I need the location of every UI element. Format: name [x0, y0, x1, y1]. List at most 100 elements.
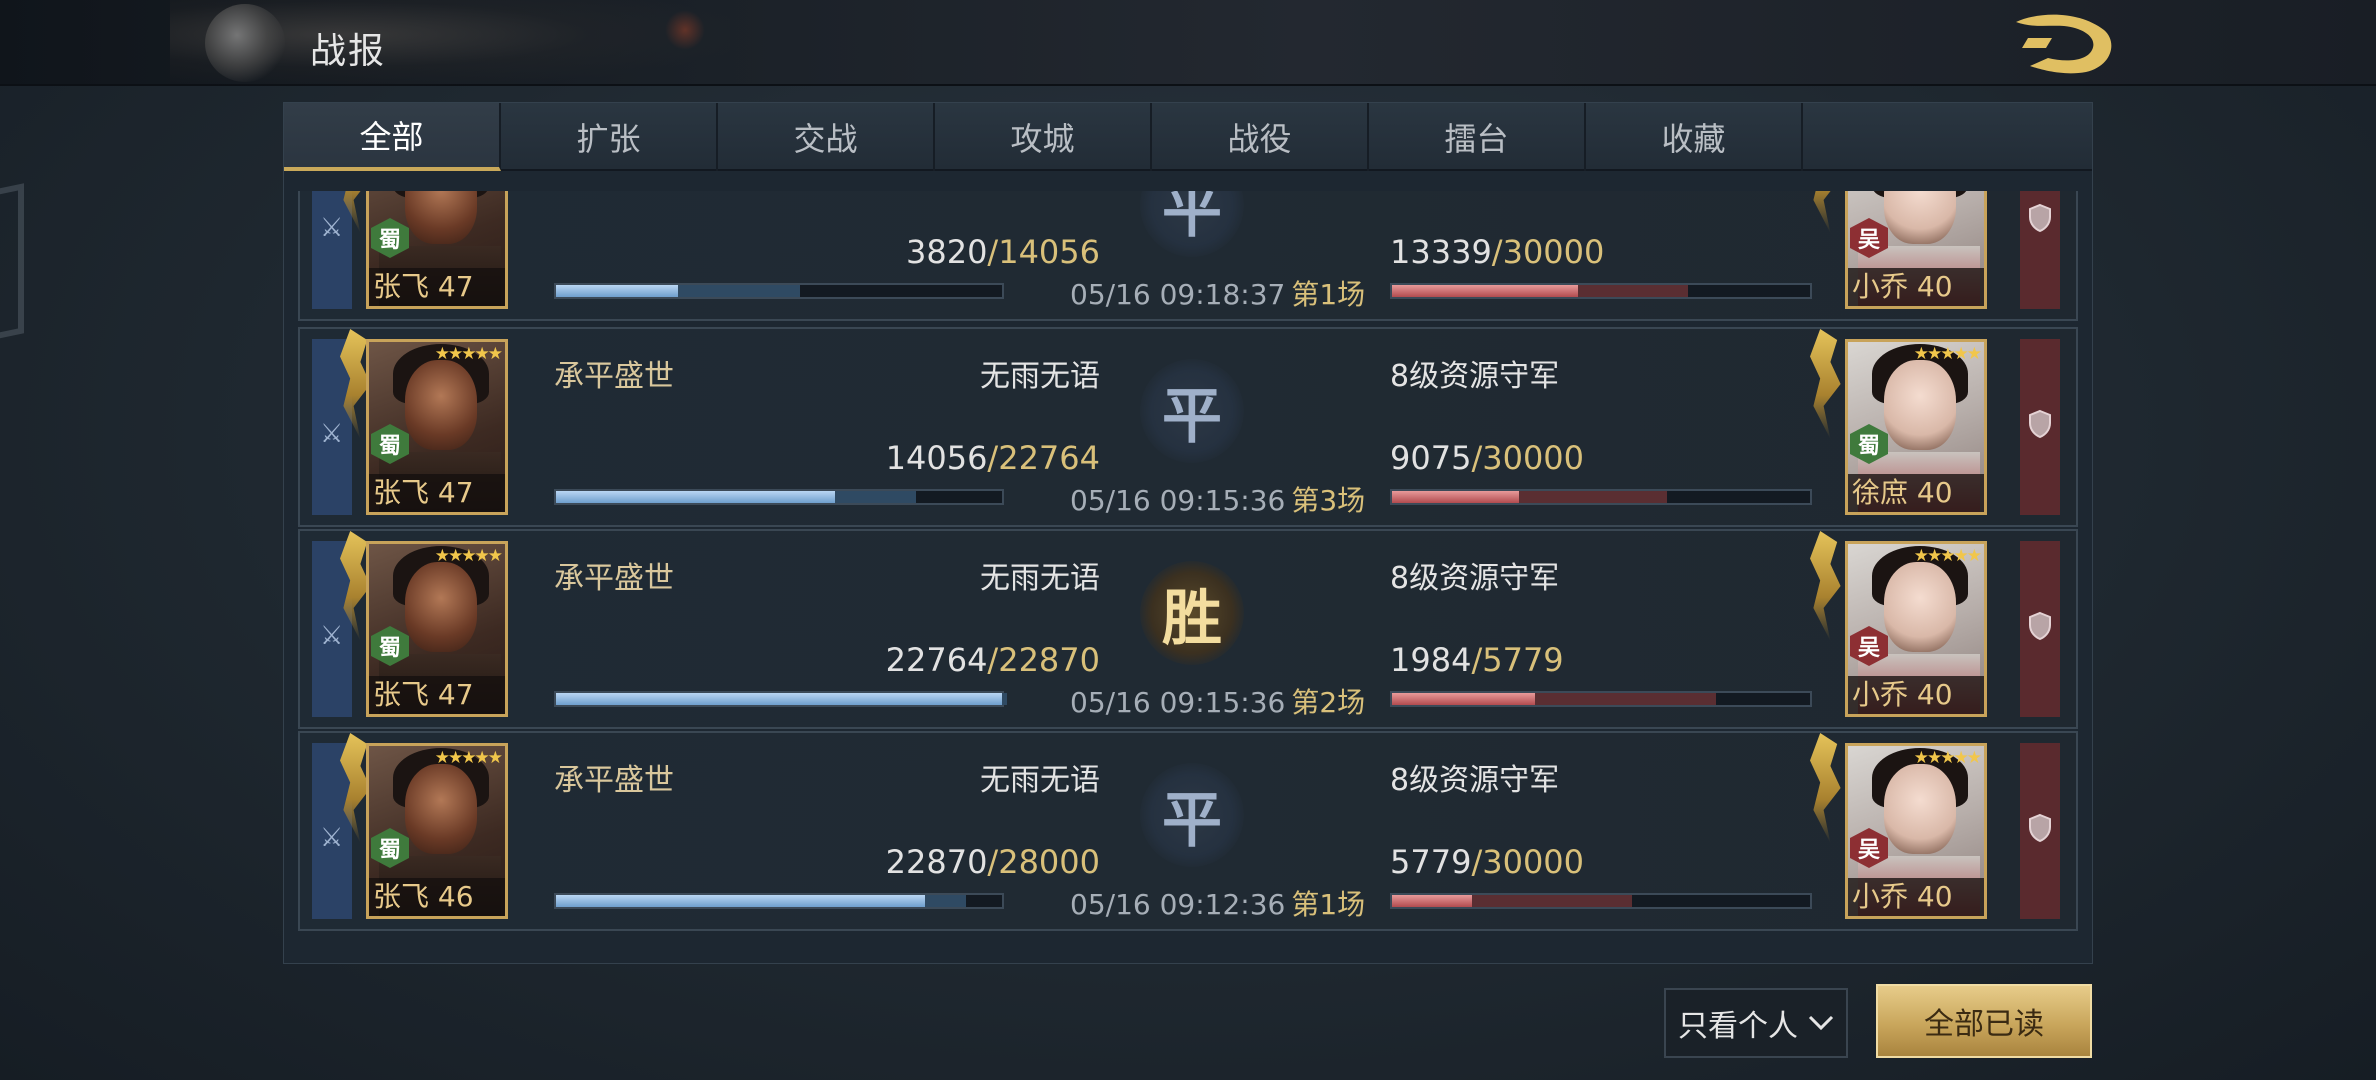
hero-stars: ★★★★★: [434, 748, 503, 768]
right-dragon-decoration: [1810, 329, 1841, 439]
tab-favorites[interactable]: 收藏: [1586, 103, 1803, 171]
troop-loss-fill: [1519, 491, 1667, 503]
tab-expansion[interactable]: 扩张: [501, 103, 718, 171]
defender-name: 8级资源守军: [1390, 763, 1560, 798]
attacker-player-name: 无雨无语: [980, 763, 1100, 798]
defender-name: 8级资源守军: [1390, 359, 1560, 394]
battle-result-emblem: 平: [1140, 359, 1244, 463]
troops-separator: /: [1471, 439, 1483, 477]
troops-current: 22764: [885, 641, 988, 679]
tab-battle[interactable]: 交战: [718, 103, 935, 171]
tab-bar: 全部 扩张 交战 攻城 战役 擂台 收藏: [284, 103, 2092, 171]
troops-separator: /: [987, 233, 999, 271]
shield-icon: [2029, 203, 2051, 233]
troops-max: 14056: [998, 233, 1100, 271]
troop-remaining-fill: [1392, 285, 1578, 297]
troops-separator: /: [987, 843, 999, 881]
attacker-team-name: 承平盛世: [554, 359, 674, 394]
battle-round: 第1场: [1291, 888, 1366, 921]
troop-remaining-fill: [1392, 491, 1519, 503]
report-row[interactable]: ⚔ ★★★★★ 蜀 张飞 47 承平盛世 无雨无语 22764/22870 胜 …: [298, 529, 2078, 729]
hero-face: [1884, 562, 1956, 652]
attacker-hero-portrait[interactable]: 蜀 张飞 47: [366, 191, 508, 309]
troop-loss-fill: [925, 895, 966, 907]
hero-stars: ★★★★★: [1913, 546, 1982, 566]
side-decoration: [0, 183, 24, 347]
report-row[interactable]: ⚔ ★★★★★ 蜀 张飞 46 承平盛世 无雨无语 22870/28000 平 …: [298, 731, 2078, 931]
tab-all[interactable]: 全部: [284, 103, 501, 171]
hero-nameplate: 张飞 46: [369, 878, 505, 916]
attacker-team-name: 承平盛世: [554, 561, 674, 596]
troops-max: 22870: [998, 641, 1100, 679]
troops-current: 14056: [885, 439, 988, 477]
attacker-hero-portrait[interactable]: ★★★★★ 蜀 张飞 47: [366, 541, 508, 717]
attacker-hero-portrait[interactable]: ★★★★★ 蜀 张飞 47: [366, 339, 508, 515]
hero-stars: ★★★★★: [434, 344, 503, 364]
filter-dropdown[interactable]: 只看个人: [1664, 988, 1848, 1058]
hero-nameplate: 小乔 40: [1848, 878, 1984, 916]
defender-hero-portrait[interactable]: 吴 小乔 40: [1845, 191, 1987, 309]
hero-face: [405, 562, 477, 652]
hero-level: 47: [437, 476, 474, 509]
back-emblem-icon[interactable]: [205, 4, 285, 82]
favorite-strip[interactable]: [2020, 339, 2060, 515]
battle-timestamp: 05/16 09:18:37: [1070, 278, 1286, 311]
hero-face: [405, 764, 477, 854]
attacker-troops: 14056/22764: [840, 439, 1100, 477]
hero-name: 徐庶: [1852, 476, 1909, 509]
attacker-player-name: 无雨无语: [980, 561, 1100, 596]
attacker-hero-portrait[interactable]: ★★★★★ 蜀 张飞 46: [366, 743, 508, 919]
report-list[interactable]: ⚔ 蜀 张飞 47 3820/14056 平 05/16 09:18:37 第1场: [298, 191, 2078, 957]
shield-icon: [2029, 611, 2051, 641]
favorite-strip[interactable]: [2020, 191, 2060, 309]
troop-remaining-fill: [1392, 895, 1472, 907]
troop-loss-fill: [678, 285, 800, 297]
sword-icon: ⚔: [320, 823, 344, 853]
troops-separator: /: [1471, 843, 1483, 881]
tab-arena[interactable]: 擂台: [1369, 103, 1586, 171]
defender-hero-portrait[interactable]: ★★★★★ 吴 小乔 40: [1845, 541, 1987, 717]
hero-face: [1884, 764, 1956, 854]
sword-icon: ⚔: [320, 621, 344, 651]
troop-loss-fill: [1002, 693, 1007, 705]
troop-remaining-fill: [556, 285, 678, 297]
attacker-troop-bar: [554, 283, 1004, 299]
troops-current: 3820: [905, 233, 988, 271]
defender-hero-portrait[interactable]: ★★★★★ 蜀 徐庶 40: [1845, 339, 1987, 515]
favorite-strip[interactable]: [2020, 541, 2060, 717]
troops-max: 5779: [1482, 641, 1564, 679]
hero-face: [1884, 191, 1956, 244]
hero-name: 张飞: [373, 678, 430, 711]
hero-face: [405, 360, 477, 450]
favorite-strip[interactable]: [2020, 743, 2060, 919]
attacker-troop-bar: [554, 489, 1004, 505]
hero-nameplate: 张飞 47: [369, 474, 505, 512]
report-row[interactable]: ⚔ ★★★★★ 蜀 张飞 47 承平盛世 无雨无语 14056/22764 平 …: [298, 327, 2078, 527]
battle-round: 第1场: [1291, 278, 1366, 311]
sword-icon: ⚔: [320, 213, 344, 243]
defender-troop-bar: [1390, 691, 1812, 707]
troops-max: 30000: [1482, 843, 1585, 881]
troops-separator: /: [1491, 233, 1503, 271]
troop-remaining-fill: [1392, 693, 1535, 705]
battle-round: 第2场: [1291, 686, 1366, 719]
defender-hero-portrait[interactable]: ★★★★★ 吴 小乔 40: [1845, 743, 1987, 919]
hero-name: 小乔: [1852, 270, 1909, 303]
hero-stars: ★★★★★: [434, 546, 503, 566]
battle-result-emblem: 平: [1140, 191, 1244, 257]
troop-remaining-fill: [556, 693, 1002, 705]
hero-stars: ★★★★★: [1913, 748, 1982, 768]
troops-max: 22764: [998, 439, 1100, 477]
tab-campaign[interactable]: 战役: [1152, 103, 1369, 171]
defender-troops: 13339/30000: [1390, 233, 1604, 271]
hero-nameplate: 张飞 47: [369, 676, 505, 714]
mark-all-read-button[interactable]: 全部已读: [1876, 984, 2092, 1058]
page-title: 战报: [310, 31, 387, 72]
troops-current: 1984: [1390, 641, 1472, 679]
report-row[interactable]: ⚔ 蜀 张飞 47 3820/14056 平 05/16 09:18:37 第1场: [298, 191, 2078, 321]
battle-time: 05/16 09:12:36 第1场: [1070, 883, 1365, 923]
tab-siege[interactable]: 攻城: [935, 103, 1152, 171]
hero-stars: ★★★★★: [1913, 344, 1982, 364]
hero-name: 张飞: [373, 270, 430, 303]
hero-nameplate: 小乔 40: [1848, 676, 1984, 714]
